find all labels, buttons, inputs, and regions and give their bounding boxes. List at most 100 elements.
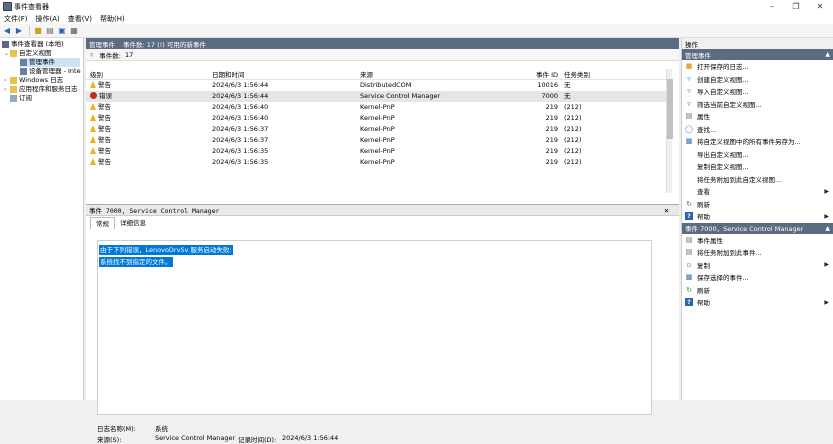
maximize-button[interactable]: ❐ <box>783 0 809 13</box>
action-item[interactable]: ▤ 将任务附加到此事件... <box>682 246 833 259</box>
action-item[interactable]: ? 帮助 ▶ <box>682 210 833 223</box>
cell-task: (212) <box>564 114 582 122</box>
col-datetime[interactable]: 日期和时间 <box>212 69 245 79</box>
menu-help[interactable]: 帮助(H) <box>96 14 129 24</box>
action-item[interactable]: ▩ 保存选择的事件... <box>682 271 833 284</box>
tree-admin-events[interactable]: 管理事件 <box>20 58 80 67</box>
table-row[interactable]: 警告 2024/6/3 1:56:37 Kernel-PnP 219 (212) <box>86 135 666 146</box>
action-item[interactable]: ↻ 刷新 <box>682 284 833 297</box>
open-log-icon: ■ <box>685 62 693 71</box>
action-item[interactable]: ◯ 查找... <box>682 123 833 136</box>
close-icon[interactable]: ✕ <box>664 206 669 215</box>
action-item[interactable]: ▿ 筛选当前自定义视图... <box>682 98 833 111</box>
level-text: 警告 <box>98 125 111 133</box>
table-row[interactable]: 警告 2024/6/3 1:56:37 Kernel-PnP 219 (212) <box>86 124 666 135</box>
col-level[interactable]: 级别 <box>90 69 103 79</box>
action-label: 导出自定义视图... <box>697 150 749 159</box>
minimize-button[interactable]: – <box>759 0 785 13</box>
tree-windows-logs[interactable]: › Windows 日志 <box>4 76 63 85</box>
blank-icon <box>685 175 693 183</box>
col-source[interactable]: 来源 <box>360 69 373 79</box>
actions-pane: 操作 管理事件 ▲ ■ 打开保存的日志... ▿ 创建自定义视图... ▿ 导入自定义视图.… <box>681 38 833 400</box>
title-bar: 事件查看器 – ❐ ✕ <box>0 0 833 13</box>
table-row[interactable]: 警告 2024/6/3 1:56:40 Kernel-PnP 219 (212) <box>86 113 666 124</box>
tree-device-manager[interactable]: 设备管理器 - Inte <box>20 67 81 76</box>
level-text: 警告 <box>98 158 111 166</box>
cell-source: Kernel-PnP <box>360 125 395 133</box>
table-row[interactable]: 错误 2024/6/3 1:56:44 Service Control Manage… <box>86 91 666 102</box>
action-item[interactable]: ↻ 刷新 <box>682 198 833 211</box>
action-item[interactable]: 复制自定义视图... <box>682 160 833 173</box>
cell-time: 2024/6/3 1:56:37 <box>212 125 269 133</box>
submenu-arrow-icon: ▶ <box>824 212 829 220</box>
filter-label: 事件数: <box>99 51 121 60</box>
level-text: 警告 <box>98 136 111 144</box>
view-icon[interactable]: ▦ <box>69 26 79 36</box>
tab-general[interactable]: 常规 <box>90 217 115 229</box>
action-item[interactable]: ▿ 导入自定义视图... <box>682 85 833 98</box>
cell-task: 无 <box>564 92 571 100</box>
tree-app-service-logs[interactable]: › 应用程序和服务日志 <box>4 85 78 94</box>
actions-list-event: ▤ 事件属性 ▤ 将任务附加到此事件... ▫ 复制 ▶ ▩ 保存选择的事件... ↻ 刷新? 帮助 ▶ <box>682 234 833 309</box>
source-label: 来源(S): <box>97 436 122 444</box>
menu-action[interactable]: 操作(A) <box>32 14 64 24</box>
window-title: 事件查看器 <box>14 2 49 11</box>
tree-root[interactable]: 事件查看器 (本地) <box>2 40 64 49</box>
action-label: 将任务附加到此自定义视图... <box>697 175 782 184</box>
message-box[interactable]: 由于下列错误，LenovoDrvSv 服务启动失败: 系统找不到指定的文件。 <box>97 240 652 415</box>
cell-id: 219 <box>545 114 558 122</box>
action-item[interactable]: 导出自定义视图... <box>682 148 833 161</box>
actions-section-event[interactable]: 事件 7000，Service Control Manager ▲ <box>682 222 833 234</box>
cell-level: 错误 <box>90 91 112 102</box>
table-row[interactable]: 警告 2024/6/3 1:56:44 DistributedCOM 10016 无 <box>86 80 666 91</box>
actions-section-view[interactable]: 管理事件 ▲ <box>682 49 833 60</box>
action-item[interactable]: ▤ 属性 <box>682 110 833 123</box>
col-event-id[interactable]: 事件 ID <box>536 69 558 79</box>
filter-create-icon: ▿ <box>687 74 691 83</box>
tree-subscriptions[interactable]: 订阅 <box>10 94 32 103</box>
source-value: Service Control Manager <box>155 434 236 442</box>
cell-time: 2024/6/3 1:56:44 <box>212 92 269 100</box>
cell-id: 219 <box>545 103 558 111</box>
action-item[interactable]: ▿ 创建自定义视图... <box>682 73 833 86</box>
properties-icon: ▤ <box>685 112 693 121</box>
action-item[interactable]: ▫ 复制 ▶ <box>682 259 833 272</box>
cell-level: 警告 <box>90 113 111 124</box>
action-item[interactable]: 查看 ▶ <box>682 185 833 198</box>
center-subtitle: 事件数: 17 (!) 可用的新事件 <box>123 40 206 49</box>
help-icon[interactable]: ▣ <box>57 26 67 36</box>
blank-icon <box>685 150 693 158</box>
action-label: 刷新 <box>697 200 710 209</box>
action-item[interactable]: ▩ 将自定义视图中的所有事件另存为... <box>682 135 833 148</box>
menu-bar: 文件(F) 操作(A) 查看(V) 帮助(H) <box>0 13 833 24</box>
collapse-icon[interactable]: ▲ <box>825 225 830 232</box>
refresh-icon: ↻ <box>686 285 692 294</box>
action-label: 复制 <box>697 261 710 270</box>
action-item[interactable]: 将任务附加到此自定义视图... <box>682 173 833 186</box>
grid-scrollbar[interactable] <box>666 69 673 193</box>
table-row[interactable]: 警告 2024/6/3 1:56:35 Kernel-PnP 219 (212) <box>86 146 666 157</box>
close-button[interactable]: ✕ <box>807 0 833 13</box>
back-icon[interactable]: ◀ <box>2 26 12 36</box>
folder-icon[interactable]: ■ <box>33 26 43 36</box>
warning-icon <box>90 113 96 121</box>
center-title: 管理事件 <box>89 40 115 49</box>
scroll-thumb[interactable] <box>667 79 673 139</box>
table-row[interactable]: 警告 2024/6/3 1:56:40 Kernel-PnP 219 (212) <box>86 102 666 113</box>
action-item[interactable]: ▤ 事件属性 <box>682 234 833 247</box>
menu-view[interactable]: 查看(V) <box>64 14 96 24</box>
menu-file[interactable]: 文件(F) <box>0 14 32 24</box>
action-item[interactable]: ? 帮助 ▶ <box>682 296 833 309</box>
properties-icon[interactable]: ▤ <box>45 26 55 36</box>
col-task[interactable]: 任务类别 <box>564 69 590 79</box>
collapse-icon[interactable]: ▲ <box>825 51 830 58</box>
tree-custom-views[interactable]: ⌄ 自定义视图 <box>4 49 52 58</box>
filter-icon: ▿ <box>687 99 691 108</box>
warning-icon <box>90 102 96 110</box>
tab-details[interactable]: 详细信息 <box>115 217 151 229</box>
table-row[interactable]: 警告 2024/6/3 1:56:35 Kernel-PnP 219 (212) <box>86 157 666 168</box>
filter-icon[interactable]: ▿ <box>90 51 93 59</box>
action-item[interactable]: ■ 打开保存的日志... <box>682 60 833 73</box>
forward-icon[interactable]: ▶ <box>14 26 24 36</box>
cell-source: Kernel-PnP <box>360 158 395 166</box>
